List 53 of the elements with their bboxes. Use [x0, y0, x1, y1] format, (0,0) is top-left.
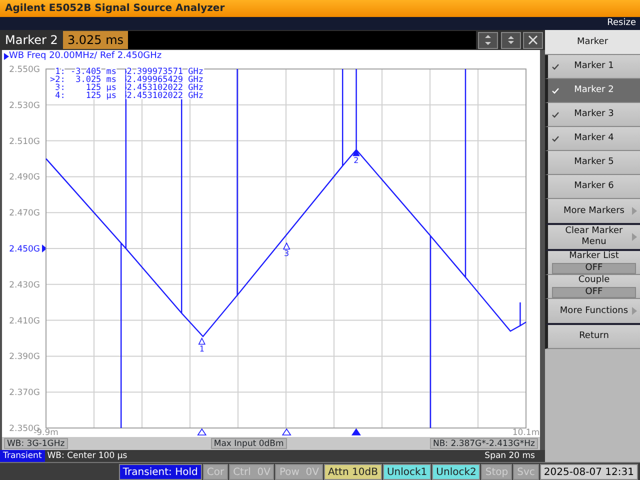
toggle-value: OFF: [552, 287, 636, 298]
menu-title[interactable]: Marker: [545, 30, 640, 55]
softkey[interactable]: Marker 1: [545, 55, 640, 79]
softkey[interactable]: Marker 4: [545, 127, 640, 151]
submenu-arrow-icon: [632, 233, 637, 241]
y-axis-label: 2.530G: [9, 100, 40, 111]
sweep-center-text: WB: Center 100 µs: [46, 450, 128, 462]
close-icon: [527, 34, 539, 46]
status-indicator: Unlock2: [432, 464, 480, 480]
softkey[interactable]: Marker 2: [545, 79, 640, 103]
y-axis-label: 2.410G: [9, 316, 40, 326]
step-button[interactable]: [478, 32, 498, 48]
status-indicator: 2025-08-07 12:31: [540, 464, 638, 480]
y-axis-label: 2.510G: [9, 136, 40, 147]
entry-label: Marker 2: [4, 32, 59, 49]
status-field: WB: 3G-1GHz: [4, 438, 68, 449]
submenu-arrow-icon: [632, 207, 637, 215]
sweep-mode-label: Transient: [0, 450, 45, 462]
window-title: Agilent E5052B Signal Source Analyzer: [0, 0, 640, 17]
y-axis-label: 2.550G: [9, 65, 40, 75]
trace-indicator-icon: [4, 53, 9, 60]
x-axis-label: 10.1m: [512, 428, 540, 437]
softkey[interactable]: Couple OFF: [545, 275, 640, 299]
y-axis-label: 2.450G: [9, 244, 40, 254]
close-button[interactable]: [523, 32, 543, 48]
status-indicator: Attn 10dB: [324, 464, 382, 480]
submenu-arrow-icon: [632, 307, 637, 315]
softkey[interactable]: Marker 3: [545, 103, 640, 127]
y-axis-label: 2.430G: [9, 280, 40, 290]
sweep-span-text: Span 20 ms: [484, 450, 536, 462]
softkey[interactable]: More Functions: [545, 299, 640, 325]
toggle-value: OFF: [552, 263, 636, 274]
softkey[interactable]: Clear Marker Menu: [545, 225, 640, 251]
y-axis-label: 2.370G: [9, 388, 40, 398]
resize-button[interactable]: Resize: [607, 17, 636, 30]
y-axis-label: 2.490G: [9, 172, 40, 183]
status-field: NB: 2.387G*-2.413G*Hz: [430, 438, 538, 449]
softkey[interactable]: Marker 5: [545, 151, 640, 175]
entry-field[interactable]: 3.025 ms: [63, 31, 476, 49]
marker-label: 2: [354, 156, 359, 165]
status-field: Max Input 0dBm: [210, 438, 287, 449]
trace-header: WB Freq 20.00MHz/ Ref 2.450GHz: [9, 50, 162, 63]
marker-label: 3: [284, 249, 290, 258]
y-axis-label: 2.390G: [9, 352, 40, 362]
softkey[interactable]: Return: [545, 325, 640, 349]
status-indicator: Unlock1: [382, 464, 432, 480]
marker-label: 1: [199, 344, 204, 354]
status-indicator: Transient: Hold: [118, 464, 202, 480]
softkey[interactable]: More Markers: [545, 199, 640, 225]
y-axis-label: 2.470G: [9, 208, 40, 219]
softkey[interactable]: Marker 6: [545, 175, 640, 199]
softkey[interactable]: Marker List OFF: [545, 251, 640, 275]
step-button[interactable]: [500, 32, 520, 48]
